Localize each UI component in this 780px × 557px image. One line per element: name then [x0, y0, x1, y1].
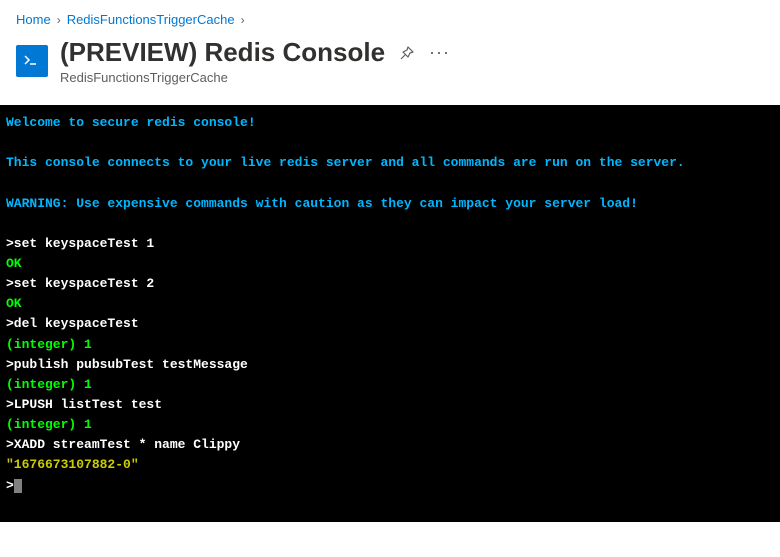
cursor-icon — [14, 479, 22, 493]
console-prompt[interactable]: > — [6, 476, 774, 496]
more-icon[interactable]: ··· — [429, 42, 450, 63]
page-title: (PREVIEW) Redis Console — [60, 37, 385, 68]
breadcrumb: Home › RedisFunctionsTriggerCache › — [16, 12, 764, 27]
chevron-right-icon: › — [55, 13, 63, 27]
chevron-right-icon: › — [239, 13, 247, 27]
blank — [6, 214, 774, 234]
redis-console[interactable]: Welcome to secure redis console! This con… — [0, 105, 780, 522]
subtitle: RedisFunctionsTriggerCache — [60, 70, 450, 85]
title-row: (PREVIEW) Redis Console ··· RedisFunctio… — [16, 37, 764, 85]
console-response-ok: OK — [6, 254, 774, 274]
breadcrumb-resource[interactable]: RedisFunctionsTriggerCache — [67, 12, 235, 27]
console-response-int: (integer) 1 — [6, 375, 774, 395]
console-command: >LPUSH listTest test — [6, 395, 774, 415]
console-response-ok: OK — [6, 294, 774, 314]
console-command: >XADD streamTest * name Clippy — [6, 435, 774, 455]
console-icon — [16, 45, 48, 77]
console-info: This console connects to your live redis… — [6, 153, 774, 173]
breadcrumb-home[interactable]: Home — [16, 12, 51, 27]
console-command: >del keyspaceTest — [6, 314, 774, 334]
console-response-int: (integer) 1 — [6, 415, 774, 435]
console-command: >set keyspaceTest 1 — [6, 234, 774, 254]
console-response-int: (integer) 1 — [6, 335, 774, 355]
console-warning: WARNING: Use expensive commands with cau… — [6, 194, 774, 214]
console-welcome: Welcome to secure redis console! — [6, 113, 774, 133]
console-command: >set keyspaceTest 2 — [6, 274, 774, 294]
blank — [6, 133, 774, 153]
pin-icon[interactable] — [399, 45, 415, 61]
blank — [6, 173, 774, 193]
header-area: Home › RedisFunctionsTriggerCache › (PRE… — [0, 0, 780, 105]
console-command: >publish pubsubTest testMessage — [6, 355, 774, 375]
console-response-str: "1676673107882-0" — [6, 455, 774, 475]
